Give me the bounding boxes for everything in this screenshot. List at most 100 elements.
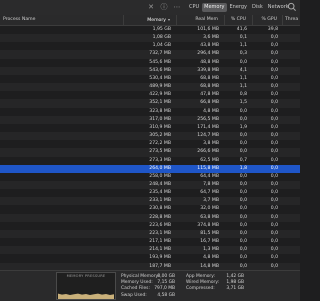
cell-memory: 273,5 MB <box>149 149 171 155</box>
more-icon[interactable]: ⋯ <box>173 3 181 11</box>
info-icon[interactable]: ⓘ <box>160 3 168 11</box>
table-row[interactable]: 317,0 MB 256,5 MB 0,0 0,0 <box>0 115 300 124</box>
cell-memory: 228,8 MB <box>149 214 171 220</box>
cell-memory: 1,95 GB <box>152 27 171 32</box>
cell-real-mem: 296,4 MB <box>197 51 219 57</box>
table-row[interactable]: 732,7 MB 296,4 MB 0,3 0,0 <box>0 50 300 59</box>
table-row[interactable]: 233,1 MB 3,7 MB 0,0 0,0 <box>0 197 300 206</box>
cell-gpu: 0,0 <box>270 222 278 228</box>
cell-gpu: 0,0 <box>270 75 278 81</box>
cell-real-mem: 7,8 MB <box>203 181 219 187</box>
cell-memory: 323,8 MB <box>149 108 171 114</box>
tab-cpu[interactable]: CPU <box>187 3 201 12</box>
cell-real-mem: 81,5 MB <box>200 230 219 236</box>
cell-real-mem: 4,8 MB <box>203 108 219 114</box>
cell-real-mem: 14,8 MB <box>200 263 219 269</box>
cell-gpu: 0,0 <box>270 149 278 155</box>
tab-disk[interactable]: Disk <box>250 3 265 12</box>
cell-real-mem: 47,8 MB <box>200 92 219 98</box>
table-row[interactable]: 1,04 GB 43,8 MB 1,1 0,0 <box>0 42 300 50</box>
cell-real-mem: 64,4 MB <box>200 173 219 179</box>
col-memory[interactable]: Memory ▾ <box>123 15 172 25</box>
tab-memory[interactable]: Memory <box>202 3 227 12</box>
cell-real-mem: 66,8 MB <box>200 100 219 106</box>
cell-cpu: 0,0 <box>239 190 247 196</box>
table-row[interactable]: 272,2 MB 3,8 MB 0,0 0,0 <box>0 140 300 148</box>
stat-row: Compressed: 3,71 GB <box>186 286 244 292</box>
cell-cpu: 41,6 <box>236 27 247 32</box>
table-row[interactable]: 323,8 MB 4,8 MB 0,0 0,0 <box>0 108 300 116</box>
table-row[interactable]: 214,1 MB 1,3 MB 0,0 0,0 <box>0 246 300 255</box>
cell-real-mem: 171,4 MB <box>197 124 219 130</box>
table-row[interactable]: 248,4 MB 7,8 MB 0,0 0,0 <box>0 180 300 190</box>
table-row[interactable]: 217,1 MB 16,7 MB 0,0 0,0 <box>0 238 300 246</box>
table-row[interactable]: 223,1 MB 81,5 MB 0,0 0,0 <box>0 229 300 239</box>
cell-memory: 214,1 MB <box>149 247 171 253</box>
cell-gpu: 0,0 <box>270 239 278 245</box>
cell-cpu: 0,0 <box>239 255 247 261</box>
table-row[interactable]: 258,0 MB 64,4 MB 0,0 0,0 <box>0 173 300 181</box>
col-real-mem[interactable]: Real Mem <box>176 15 220 25</box>
table-row[interactable]: 273,5 MB 266,6 MB 0,0 0,0 <box>0 148 300 157</box>
cell-cpu: 0,0 <box>239 214 247 220</box>
cell-gpu: 0,0 <box>270 255 278 261</box>
cell-gpu: 0,0 <box>270 157 278 163</box>
table-row[interactable]: 228,8 MB 63,8 MB 0,0 0,0 <box>0 213 300 222</box>
table-row[interactable]: 305,2 MB 124,7 MB 0,0 0,0 <box>0 132 300 141</box>
cell-real-mem: 32,0 MB <box>200 206 219 212</box>
cell-real-mem: 43,8 MB <box>200 43 219 49</box>
memory-stats-left: Physical Memory: 8,00 GB Memory Used: 7,15 … <box>121 274 175 299</box>
cell-memory: 264,0 MB <box>149 165 171 171</box>
col-process-name[interactable]: Process Name <box>3 15 113 25</box>
cell-memory: 1,04 GB <box>152 43 171 49</box>
table-row[interactable]: 1,95 GB 101,6 MB 41,6 39,8 <box>0 26 300 34</box>
table-row[interactable]: 352,1 MB 66,8 MB 1,5 0,0 <box>0 99 300 108</box>
search-icon[interactable] <box>287 2 297 12</box>
table-row[interactable]: 310,9 MB 171,4 MB 1,9 0,0 <box>0 124 300 132</box>
table-row[interactable]: 1,08 GB 3,6 MB 0,1 0,0 <box>0 34 300 43</box>
cell-memory: 187,7 MB <box>149 263 171 269</box>
table-row[interactable]: 545,6 MB 48,8 MB 0,0 0,0 <box>0 59 300 67</box>
cell-cpu: 0,1 <box>239 35 247 41</box>
cell-memory: 273,3 MB <box>149 157 171 163</box>
cell-cpu: 0,3 <box>239 51 247 57</box>
tab-energy[interactable]: Energy <box>228 3 250 12</box>
cell-memory: 272,2 MB <box>149 141 171 147</box>
col-threads[interactable]: Threa <box>282 15 303 25</box>
cell-cpu: 1,9 <box>239 124 247 130</box>
table-row[interactable]: 187,7 MB 14,8 MB 0,0 0,0 <box>0 262 300 270</box>
table-row[interactable]: 543,6 MB 339,8 MB 4,1 0,0 <box>0 66 300 75</box>
table-row[interactable]: 422,9 MB 47,8 MB 0,8 0,0 <box>0 91 300 99</box>
table-row[interactable]: 230,8 MB 32,0 MB 0,0 0,0 <box>0 205 300 213</box>
cell-cpu: 0,0 <box>239 133 247 139</box>
cell-real-mem: 3,7 MB <box>203 198 219 204</box>
cell-gpu: 0,0 <box>270 108 278 114</box>
cell-memory: 223,1 MB <box>149 230 171 236</box>
table-row[interactable]: 235,4 MB 64,7 MB 0,0 0,0 <box>0 189 300 197</box>
table-row[interactable]: 223,6 MB 374,8 MB 0,0 0,0 <box>0 222 300 230</box>
cell-memory: 258,0 MB <box>149 173 171 179</box>
cell-cpu: 0,8 <box>239 92 247 98</box>
table-row[interactable]: 193,9 MB 4,8 MB 0,0 0,0 <box>0 254 300 262</box>
cell-real-mem: 374,8 MB <box>197 222 219 228</box>
table-row[interactable]: 264,0 MB 115,8 MB 1,8 0,0 <box>0 164 300 173</box>
cell-gpu: 0,0 <box>270 206 278 212</box>
close-icon[interactable]: ✕ <box>147 3 155 11</box>
table-row[interactable]: 489,9 MB 68,8 MB 1,1 0,0 <box>0 83 300 92</box>
cell-real-mem: 339,8 MB <box>197 67 219 73</box>
col-gpu[interactable]: % GPU <box>252 15 279 25</box>
col-cpu[interactable]: % CPU <box>224 15 248 25</box>
table-row[interactable]: 530,4 MB 68,8 MB 1,1 0,0 <box>0 75 300 83</box>
cell-real-mem: 1,3 MB <box>203 247 219 253</box>
cell-cpu: 0,0 <box>239 247 247 253</box>
table-row[interactable]: 273,3 MB 62,5 MB 0,7 0,0 <box>0 157 300 165</box>
cell-real-mem: 48,8 MB <box>200 59 219 65</box>
memory-pressure-graph <box>58 293 114 299</box>
cell-cpu: 0,0 <box>239 141 247 147</box>
cell-cpu: 0,7 <box>239 157 247 163</box>
cell-gpu: 0,0 <box>270 230 278 236</box>
cell-memory: 422,9 MB <box>149 92 171 98</box>
cell-cpu: 4,1 <box>239 67 247 73</box>
cell-gpu: 0,0 <box>270 247 278 253</box>
cell-cpu: 0,0 <box>239 181 247 187</box>
